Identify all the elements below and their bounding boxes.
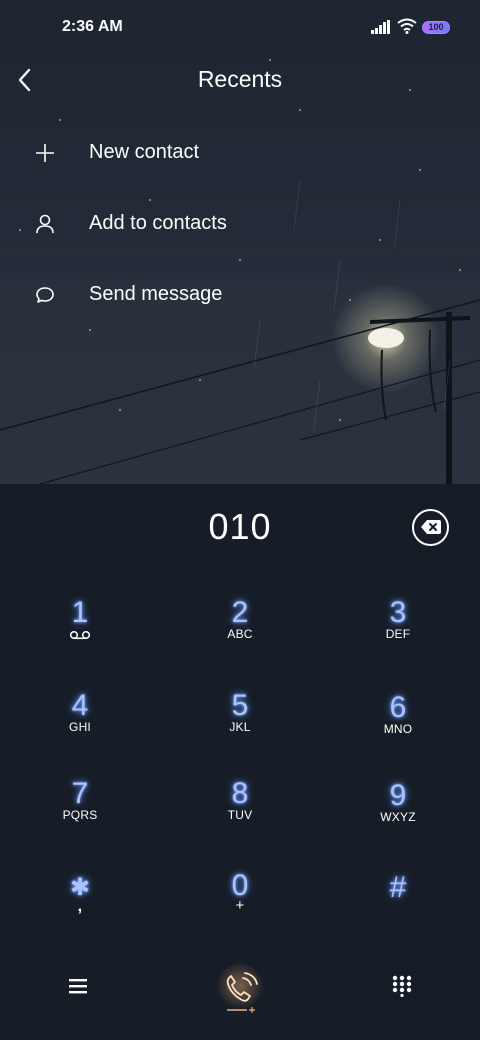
key-4[interactable]: 4 GHI	[15, 690, 145, 770]
key-hash[interactable]: #	[333, 872, 463, 952]
key-7[interactable]: 7 PQRS	[15, 778, 145, 858]
backspace-icon	[421, 520, 441, 534]
key-letters: JKL	[229, 720, 251, 734]
send-message-label: Send message	[89, 283, 223, 305]
key-letters: GHI	[69, 720, 91, 734]
key-letters: ,	[77, 898, 83, 915]
dialpad-icon[interactable]	[392, 975, 412, 997]
key-digit: 4	[71, 689, 89, 722]
key-letters: +	[235, 897, 245, 914]
signal-icon	[371, 20, 390, 34]
menu-icon[interactable]	[67, 976, 89, 996]
key-letters: MNO	[383, 722, 413, 736]
key-star[interactable]: ✱ ,	[15, 872, 145, 952]
key-9[interactable]: 9 WXYZ	[333, 780, 463, 860]
status-bar: 2:36 AM 100	[0, 0, 480, 56]
plus-icon	[36, 144, 54, 162]
key-digit: 8	[231, 777, 249, 810]
backspace-button[interactable]	[412, 509, 449, 546]
key-letters: PQRS	[62, 808, 98, 822]
send-message-button[interactable]: Send message	[0, 267, 480, 327]
key-0[interactable]: 0 +	[175, 870, 305, 950]
key-digit: 1	[71, 596, 89, 629]
add-to-contacts-button[interactable]: Add to contacts	[0, 196, 480, 256]
key-3[interactable]: 3 DEF	[333, 597, 463, 677]
key-digit: 9	[389, 779, 407, 812]
dialed-number[interactable]: 010	[0, 506, 480, 548]
key-digit: #	[389, 871, 407, 904]
key-6[interactable]: 6 MNO	[333, 692, 463, 772]
voicemail-icon	[69, 630, 91, 640]
key-letters: TUV	[227, 808, 253, 822]
key-2[interactable]: 2 ABC	[175, 597, 305, 677]
status-time: 2:36 AM	[62, 18, 123, 35]
key-digit: 5	[231, 689, 249, 722]
battery-level: 100	[428, 22, 444, 32]
chat-bubble-icon	[36, 287, 54, 303]
key-letters: ABC	[227, 627, 253, 641]
new-contact-label: New contact	[89, 141, 200, 163]
key-digit: 6	[389, 691, 407, 724]
new-contact-button[interactable]: New contact	[0, 125, 480, 185]
battery-icon: 100	[422, 21, 450, 34]
key-1[interactable]: 1	[15, 597, 145, 677]
person-icon	[36, 214, 54, 234]
key-5[interactable]: 5 JKL	[175, 690, 305, 770]
wifi-icon	[397, 18, 417, 34]
key-letters: WXYZ	[380, 810, 416, 824]
key-digit: 3	[389, 596, 407, 629]
page-title: Recents	[197, 66, 283, 92]
key-8[interactable]: 8 TUV	[175, 778, 305, 858]
add-to-contacts-label: Add to contacts	[89, 212, 227, 234]
key-letters: DEF	[385, 627, 411, 641]
key-digit: 2	[231, 596, 249, 629]
key-digit: 7	[71, 777, 89, 810]
call-button[interactable]	[215, 964, 265, 1018]
